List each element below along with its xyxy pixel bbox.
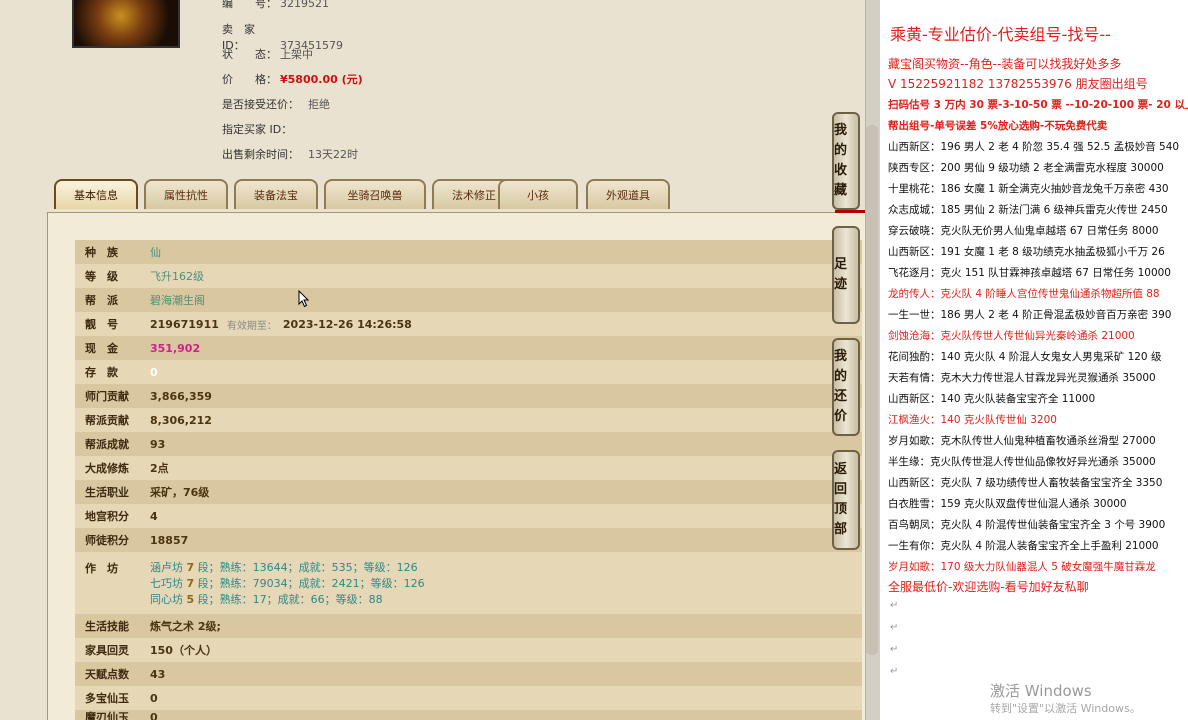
doc-line: 穿云破晓：克火队无价男人仙鬼卓越塔 67 日常任务 8000 — [888, 225, 1159, 237]
doc-line: 岁月如歌：克木队传世人仙鬼种植畜牧通杀丝滑型 27000 — [888, 435, 1156, 447]
doc-line: 半生缘：克火队传世混人传世仙品像牧好异光通杀 35000 — [888, 456, 1156, 468]
doc-line: 剑蚀沧海：克火队传世人传世仙异光秦岭通杀 21000 — [888, 330, 1135, 342]
tab-mounts-pets[interactable]: 坐骑召唤兽 — [324, 179, 426, 209]
doc-line: 龙的传人：克火队 4 阶睡人宫位传世鬼仙通杀物超所值 88 — [888, 288, 1160, 300]
character-avatar — [72, 0, 180, 48]
table-row: 种 族仙 — [75, 240, 862, 264]
doc-line: 花间独酌：140 克火队 4 阶混人女鬼女人男鬼采矿 120 级 — [888, 351, 1162, 363]
table-row: 存 款0 — [75, 360, 862, 384]
info-counteroffer: 是否接受还价： 拒绝 — [222, 98, 330, 111]
table-row: 现 金 351,902 — [75, 336, 862, 360]
activation-watermark-sub: 转到"设置"以激活 Windows。 — [990, 702, 1141, 715]
listing-panel: 编 号： 3219521 卖 家 ID： 373451579 状 态： 上架中 价 格… — [0, 0, 865, 720]
mouse-cursor-icon — [298, 290, 310, 308]
doc-line: 岁月如歌：170 级大力队仙器混人 5 破女魔强牛魔甘霖龙 — [888, 561, 1156, 573]
doc-line: V 15225921182 13782553976 朋友圈出组号 — [888, 77, 1148, 91]
table-row: 师门贡献 3,866,359 — [75, 384, 862, 408]
table-row: 生活职业 采矿，76级 — [75, 480, 862, 504]
paragraph-mark: ↵ — [890, 644, 899, 655]
table-row: 等 级飞升162级 — [75, 264, 862, 288]
doc-line: 陕西专区：200 男仙 9 级功绩 2 老全满雷克水程度 30000 — [888, 162, 1164, 174]
doc-line: 藏宝阁买物资--角色--装备可以找我好处多多 — [888, 57, 1122, 71]
info-status: 状 态： 上架中 — [222, 48, 313, 61]
doc-line: 十里桃花：186 女魔 1 新全满克火抽妙音龙兔千万亲密 430 — [888, 183, 1169, 195]
tab-attributes[interactable]: 属性抗性 — [144, 179, 228, 209]
table-row: 师徒积分 18857 — [75, 528, 862, 552]
doc-title: 乘黄-专业估价-代卖组号-找号-- — [890, 25, 1111, 44]
doc-line: 一生有你：克火队 4 阶混人装备宝宝齐全上手盈利 21000 — [888, 540, 1159, 552]
table-row: 多宝仙玉 0 — [75, 686, 862, 710]
table-row-workshop: 作 坊 涵卢坊 7 段；熟练：13644；成就：535；等级：126 七巧坊 7… — [75, 552, 862, 614]
doc-line: 江枫渔火：140 克火队传世仙 3200 — [888, 414, 1057, 426]
tab-appearance[interactable]: 外观道具 — [586, 179, 670, 209]
table-row: 靓 号 219671911 有效期至： 2023-12-26 14:26:58 — [75, 312, 862, 336]
table-row: 帮 派碧海潮生阁 — [75, 288, 862, 312]
doc-line: 天若有情：克木大力传世混人甘霖龙异光灵猴通杀 35000 — [888, 372, 1156, 384]
table-row: 天赋点数 43 — [75, 662, 862, 686]
doc-line: 山西新区：196 男人 2 老 4 阶忽 35.4 强 52.5 孟极妙音 54… — [888, 141, 1180, 153]
tab-basic-info[interactable]: 基本信息 — [54, 179, 138, 209]
doc-line: 山西新区：克火队 7 级功绩传世人畜牧装备宝宝齐全 3350 — [888, 477, 1163, 489]
info-time-remaining: 出售剩余时间： 13天22时 — [222, 148, 358, 161]
doc-line: 百鸟朝凤：克火队 4 阶混传世仙装备宝宝齐全 3 个号 3900 — [888, 519, 1166, 531]
back-to-top-button[interactable]: 返回顶部 — [832, 450, 860, 550]
table-row: 帮派贡献 8,306,212 — [75, 408, 862, 432]
table-row: 地宫积分 4 — [75, 504, 862, 528]
doc-line: 山西新区：140 克火队装备宝宝齐全 11000 — [888, 393, 1096, 405]
doc-line: 帮出组号-单号误差 5%放心选购-不玩免费代卖 — [888, 120, 1108, 132]
doc-line: 一生一世：186 男人 2 老 4 阶正骨混孟极妙音百万亲密 390 — [888, 309, 1172, 321]
table-row: 家具回灵 150（个人） — [75, 638, 862, 662]
table-row: 生活技能 炼气之术 2级; — [75, 614, 862, 638]
paragraph-mark: ↵ — [890, 666, 899, 677]
workshop-list: 涵卢坊 7 段；熟练：13644；成就：535；等级：126 七巧坊 7 段；熟… — [150, 560, 425, 608]
workshop-line: 同心坊 5 段；熟练：17；成就：66；等级：88 — [150, 593, 383, 606]
info-designated-buyer: 指定买家 ID： — [222, 123, 293, 136]
table-row: 魔刃仙玉 0 — [75, 710, 862, 720]
footprint-button[interactable]: 足迹 — [832, 226, 860, 324]
workshop-line: 涵卢坊 7 段；熟练：13644；成就：535；等级：126 — [150, 561, 418, 574]
workshop-line: 七巧坊 7 段；熟练：79034；成就：2421；等级：126 — [150, 577, 425, 590]
doc-line: 飞花逐月：克火 151 队甘霖神孩卓越塔 67 日常任务 10000 — [888, 267, 1171, 279]
activation-watermark: 激活 Windows — [990, 682, 1092, 700]
doc-line: 扫码估号 3 万内 30 票-3-10-50 票 --10-20-100 票- … — [888, 99, 1188, 111]
doc-line: 白衣胜雪：159 克火队双盘传世仙混人通杀 30000 — [888, 498, 1127, 510]
info-price: 价 格： ¥5800.00 (元) — [222, 73, 363, 86]
info-number: 编 号： 3219521 — [222, 0, 329, 10]
doc-line: 全服最低价-欢迎选购-看号加好友私聊 — [888, 580, 1089, 594]
scrollbar-thumb[interactable] — [866, 125, 878, 655]
tab-children[interactable]: 小孩 — [498, 179, 578, 209]
my-favorites-button[interactable]: 我的收藏 — [832, 112, 860, 210]
doc-line: 山西新区：191 女魔 1 老 8 级功绩克水抽孟极狐小千万 26 — [888, 246, 1165, 258]
my-offers-button[interactable]: 我的还价 — [832, 338, 860, 436]
tab-equipment[interactable]: 装备法宝 — [234, 179, 318, 209]
paragraph-mark: ↵ — [890, 622, 899, 633]
divider-line — [835, 210, 865, 213]
paragraph-mark: ↵ — [890, 600, 899, 611]
table-row: 大成修炼 2点 — [75, 456, 862, 480]
doc-line: 众志成城：185 男仙 2 新法门满 6 级神兵雷克火传世 2450 — [888, 204, 1168, 216]
table-row: 帮派成就 93 — [75, 432, 862, 456]
